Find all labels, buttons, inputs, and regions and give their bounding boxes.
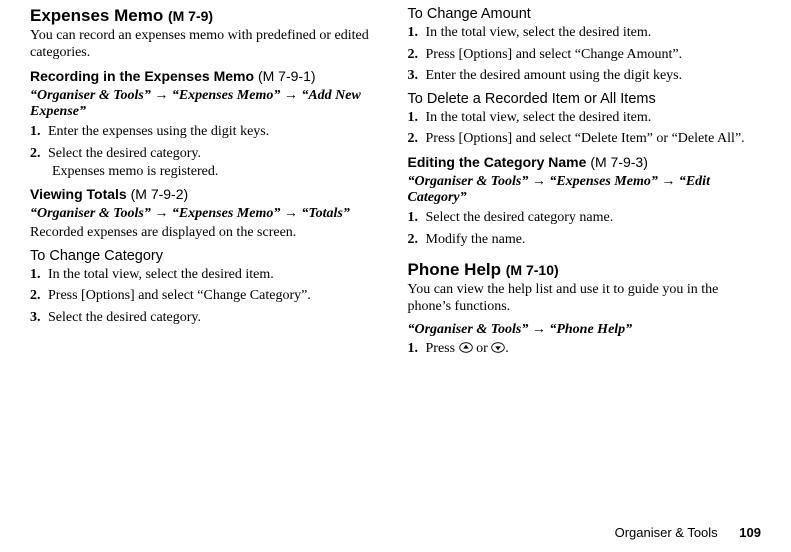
heading-delete-item: To Delete a Recorded Item or All Items [408,91,762,107]
arrow-icon: → [532,172,546,188]
step-text: Press [Options] and select “Change Amoun… [426,47,683,62]
step-item: 1.Press or . [408,340,762,358]
path-seg: “Expenses Memo” [549,174,658,189]
nav-path-recording: “Organiser & Tools” → “Expenses Memo” → … [30,86,384,122]
footer-page-number: 109 [739,525,761,540]
step-item: 2.Press [Options] and select “Change Amo… [408,46,762,64]
right-column: To Change Amount 1.In the total view, se… [408,4,762,362]
step-item: 1.In the total view, select the desired … [30,266,384,284]
step-text: Press [Options] and select “Delete Item”… [426,131,745,146]
heading-text: Viewing Totals [30,186,127,202]
step-item: 1.In the total view, select the desired … [408,109,762,127]
phone-help-intro: You can view the help list and use it to… [408,282,762,316]
step-text: In the total view, select the desired it… [426,110,652,125]
nav-path-edit-category: “Organiser & Tools” → “Expenses Memo” → … [408,172,762,208]
path-seg: “Organiser & Tools” [408,322,529,337]
steps-change-category: 1.In the total view, select the desired … [30,266,384,327]
steps-delete-item: 1.In the total view, select the desired … [408,109,762,148]
arrow-icon: → [154,86,168,102]
footer-section: Organiser & Tools [615,525,718,540]
totals-desc: Recorded expenses are displayed on the s… [30,225,384,242]
path-seg: “Expenses Memo” [172,206,281,221]
heading-text: Recording in the Expenses Memo [30,68,254,84]
step-sub-text: Expenses memo is registered. [30,164,384,180]
path-seg: “Expenses Memo” [172,88,281,103]
path-seg: “Organiser & Tools” [30,206,151,221]
step-item: 1.Select the desired category name. [408,209,762,227]
heading-expenses-memo: Expenses Memo (M 7-9) [30,6,384,26]
step-text: Select the desired category name. [426,210,614,225]
page-footer: Organiser & Tools 109 [615,525,761,540]
path-seg: “Totals” [301,206,350,221]
arrow-icon: → [154,204,168,220]
step-text: In the total view, select the desired it… [48,267,274,282]
heading-code: (M 7-9-3) [590,154,648,170]
step-text-b: or [473,341,492,356]
step-text-a: Press [426,341,459,356]
left-column: Expenses Memo (M 7-9) You can record an … [30,4,384,362]
steps-change-amount: 1.In the total view, select the desired … [408,24,762,85]
steps-edit-category: 1.Select the desired category name. 2.Mo… [408,209,762,248]
heading-code: (M 7-9-1) [258,68,316,84]
step-text: Enter the expenses using the digit keys. [48,124,269,139]
intro-text: You can record an expenses memo with pre… [30,28,384,62]
step-text: In the total view, select the desired it… [426,25,652,40]
nav-path-totals: “Organiser & Tools” → “Expenses Memo” → … [30,204,384,223]
path-seg: “Organiser & Tools” [408,174,529,189]
step-text-c: . [505,341,509,356]
page-content: Expenses Memo (M 7-9) You can record an … [0,0,791,362]
nav-path-phone-help: “Organiser & Tools” → “Phone Help” [408,320,762,339]
heading-change-category: To Change Category [30,248,384,264]
steps-phone-help: 1.Press or . [408,340,762,358]
step-text: Enter the desired amount using the digit… [426,68,683,83]
heading-phone-help: Phone Help (M 7-10) [408,260,762,280]
step-text: Select the desired category. [48,146,201,161]
path-seg: “Organiser & Tools” [30,88,151,103]
step-item: 1.Enter the expenses using the digit key… [30,123,384,141]
heading-edit-category: Editing the Category Name (M 7-9-3) [408,154,762,170]
step-item: 1.In the total view, select the desired … [408,24,762,42]
heading-viewing-totals: Viewing Totals (M 7-9-2) [30,186,384,202]
arrow-icon: → [532,320,546,336]
heading-code: (M 7-10) [506,262,559,278]
down-key-icon [491,342,505,353]
step-text: Press [Options] and select “Change Categ… [48,288,311,303]
step-item: 2.Press [Options] and select “Delete Ite… [408,130,762,148]
arrow-icon: → [661,172,675,188]
heading-recording: Recording in the Expenses Memo (M 7-9-1) [30,68,384,84]
step-item: 2.Modify the name. [408,231,762,249]
heading-text: Expenses Memo [30,6,163,25]
arrow-icon: → [284,86,298,102]
up-key-icon [459,342,473,353]
heading-change-amount: To Change Amount [408,6,762,22]
heading-code: (M 7-9) [168,8,213,24]
heading-text: Editing the Category Name [408,154,587,170]
path-seg: “Phone Help” [549,322,632,337]
steps-recording: 1.Enter the expenses using the digit key… [30,123,384,162]
step-item: 3.Select the desired category. [30,309,384,327]
step-item: 2.Select the desired category. [30,145,384,163]
step-text: Select the desired category. [48,310,201,325]
step-text: Modify the name. [426,232,526,247]
arrow-icon: → [284,204,298,220]
step-item: 3.Enter the desired amount using the dig… [408,67,762,85]
step-item: 2.Press [Options] and select “Change Cat… [30,287,384,305]
heading-code: (M 7-9-2) [131,186,189,202]
heading-text: Phone Help [408,260,502,279]
